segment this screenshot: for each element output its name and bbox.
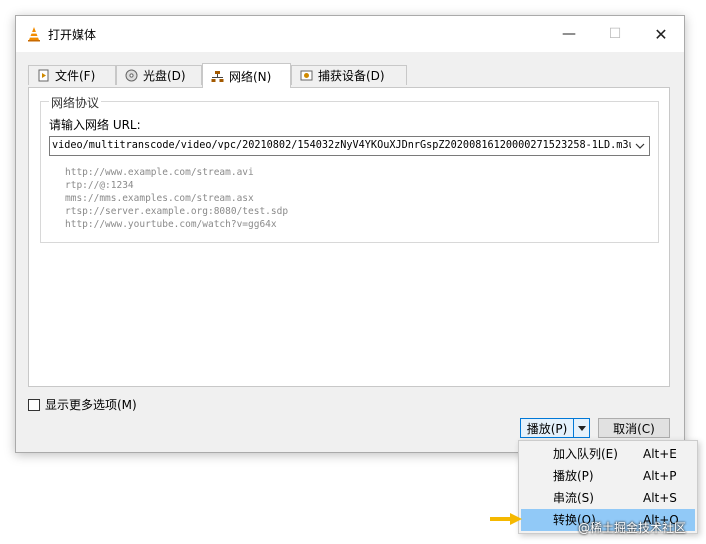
vlc-cone-icon xyxy=(28,27,40,42)
url-examples: http://www.example.com/stream.avi rtp://… xyxy=(65,166,288,231)
close-button[interactable]: ✕ xyxy=(638,16,684,52)
url-label: 请输入网络 URL: xyxy=(49,118,141,132)
url-input[interactable]: video/multitranscode/video/vpc/20210802/… xyxy=(49,136,650,156)
example-url: mms://mms.examples.com/stream.asx xyxy=(65,193,254,204)
open-media-dialog: 打开媒体 — ☐ ✕ 文件(F) 光盘(D) 网络(N) 捕获设备(D) 网络协… xyxy=(15,15,685,453)
title-bar: 打开媒体 — ☐ ✕ xyxy=(16,16,684,52)
play-button-label: 播放(P) xyxy=(526,421,568,436)
example-url: rtp://@:1234 xyxy=(65,180,134,191)
triangle-down-icon xyxy=(577,425,586,431)
menu-item-stream[interactable]: 串流(S) Alt+S xyxy=(521,487,695,509)
pointer-arrow-icon xyxy=(490,513,522,525)
example-url: rtsp://server.example.org:8080/test.sdp xyxy=(65,206,289,217)
group-title: 网络协议 xyxy=(49,94,102,111)
more-options-checkbox[interactable] xyxy=(28,398,40,411)
play-dropdown-toggle[interactable] xyxy=(574,418,590,438)
play-button[interactable]: 播放(P) xyxy=(520,418,574,438)
menu-item-shortcut: Alt+E xyxy=(643,447,677,461)
menu-item-shortcut: Alt+P xyxy=(643,469,677,483)
minimize-button[interactable]: — xyxy=(546,16,592,52)
capture-device-icon xyxy=(300,70,313,81)
file-icon xyxy=(38,69,49,82)
example-url: http://www.example.com/stream.avi xyxy=(65,167,254,178)
network-protocol-group: 网络协议 请输入网络 URL: video/multitranscode/vid… xyxy=(40,94,659,243)
url-value: video/multitranscode/video/vpc/20210802/… xyxy=(52,140,641,151)
minimize-icon: — xyxy=(562,26,576,42)
tab-file-label: 文件(F) xyxy=(55,69,96,83)
disc-icon xyxy=(125,69,138,82)
menu-item-label: 播放(P) xyxy=(553,469,594,483)
cancel-button-label: 取消(C) xyxy=(613,421,655,436)
watermark: @稀土掘金技术社区 xyxy=(578,521,687,535)
menu-item-label: 串流(S) xyxy=(553,491,594,505)
tab-disc-label: 光盘(D) xyxy=(143,69,186,83)
network-icon xyxy=(211,70,224,82)
chevron-down-icon[interactable] xyxy=(631,137,649,155)
menu-item-enqueue[interactable]: 加入队列(E) Alt+E xyxy=(521,443,695,465)
more-options-label: 显示更多选项(M) xyxy=(45,398,137,412)
tab-file[interactable]: 文件(F) xyxy=(28,65,116,85)
example-url: http://www.yourtube.com/watch?v=gg64x xyxy=(65,219,277,230)
window-title: 打开媒体 xyxy=(48,28,97,42)
tab-network[interactable]: 网络(N) xyxy=(202,63,291,88)
cancel-button[interactable]: 取消(C) xyxy=(598,418,670,438)
maximize-icon: ☐ xyxy=(608,26,622,42)
menu-item-shortcut: Alt+S xyxy=(643,491,677,505)
maximize-button[interactable]: ☐ xyxy=(592,16,638,52)
more-options-toggle[interactable]: 显示更多选项(M) xyxy=(28,396,137,413)
menu-item-play[interactable]: 播放(P) Alt+P xyxy=(521,465,695,487)
tab-capture-label: 捕获设备(D) xyxy=(318,69,385,83)
menu-item-label: 加入队列(E) xyxy=(553,447,618,461)
tab-network-label: 网络(N) xyxy=(229,69,272,84)
close-icon: ✕ xyxy=(654,24,668,44)
tab-capture-device[interactable]: 捕获设备(D) xyxy=(291,65,407,85)
network-tab-panel: 网络协议 请输入网络 URL: video/multitranscode/vid… xyxy=(28,87,670,387)
tab-disc[interactable]: 光盘(D) xyxy=(116,65,202,85)
